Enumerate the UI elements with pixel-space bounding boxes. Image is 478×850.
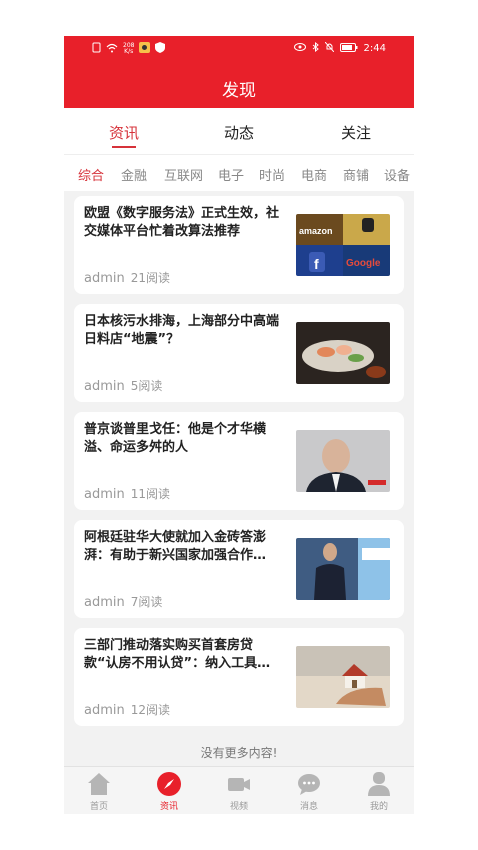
phone-screen: 208 K/s 2:44 发现 资讯 动态 关注 综合 金融 互联网 电子 时尚…: [64, 36, 414, 814]
mute-icon: [324, 41, 334, 55]
battery-icon: [339, 42, 358, 55]
article-meta: admin 12阅读: [84, 701, 170, 718]
nav-messages[interactable]: 消息: [279, 771, 339, 812]
article-card[interactable]: 普京谈普里戈任：他是个才华横溢、命运多舛的人 admin 11阅读: [74, 412, 404, 510]
article-title: 阿根廷驻华大使就加入金砖答澎湃：有助于新兴国家加强合作…: [84, 530, 267, 563]
article-card[interactable]: 日本核污水排海，上海部分中高端日料店“地震”？ admin 5阅读: [74, 304, 404, 402]
nav-news[interactable]: 资讯: [139, 771, 199, 812]
article-reads: 21阅读: [130, 271, 171, 285]
no-more-content: 没有更多内容!: [200, 746, 278, 760]
article-reads: 11阅读: [130, 487, 171, 501]
article-card[interactable]: 欧盟《数字服务法》正式生效，社交媒体平台忙着改算法推荐 admin 21阅读 am…: [74, 196, 404, 294]
bluetooth-icon: [312, 41, 319, 55]
category-item[interactable]: 设备: [384, 165, 410, 184]
category-item[interactable]: 金融: [121, 165, 147, 184]
article-reads: 12阅读: [130, 703, 171, 717]
article-thumbnail: [296, 538, 390, 600]
wifi-icon: [106, 43, 118, 56]
article-title: 三部门推动落实购买首套房贷款“认房不用认贷”：纳入工具…: [84, 638, 271, 671]
article-author: admin: [84, 271, 125, 286]
nav-label: 首页: [89, 802, 108, 812]
article-meta: admin 11阅读: [84, 485, 170, 502]
user-icon: [366, 771, 392, 797]
home-icon: [86, 771, 112, 797]
article-author: admin: [84, 487, 125, 502]
category-item[interactable]: 电子: [218, 165, 244, 184]
network-speed: 208 K/s: [123, 42, 135, 55]
article-reads: 5阅读: [130, 379, 163, 393]
article-title: 普京谈普里戈任：他是个才华横溢、命运多舛的人: [84, 422, 267, 455]
app-header: 208 K/s 2:44 发现: [64, 36, 414, 108]
nav-home[interactable]: 首页: [69, 771, 129, 812]
category-item[interactable]: 互联网: [164, 165, 203, 184]
article-author: admin: [84, 595, 125, 610]
chat-bubble-icon: [296, 771, 322, 797]
article-title: 日本核污水排海，上海部分中高端日料店“地震”？: [84, 314, 280, 347]
app-notification-icon: [139, 42, 151, 56]
eye-icon: [293, 43, 306, 54]
nav-profile[interactable]: 我的: [349, 771, 409, 812]
article-card[interactable]: 三部门推动落实购买首套房贷款“认房不用认贷”：纳入工具… admin 12阅读: [74, 628, 404, 726]
article-meta: admin 7阅读: [84, 593, 162, 610]
article-title: 欧盟《数字服务法》正式生效，社交媒体平台忙着改算法推荐: [84, 206, 280, 239]
article-author: admin: [84, 703, 125, 718]
category-item[interactable]: 时尚: [259, 165, 285, 184]
compass-icon: [156, 771, 182, 797]
nav-label: 资讯: [159, 802, 178, 812]
sim-icon: [92, 42, 101, 56]
article-meta: admin 5阅读: [84, 377, 162, 394]
shield-icon: [155, 42, 166, 56]
tab-activity[interactable]: 动态: [199, 122, 279, 143]
nav-label: 我的: [369, 802, 388, 812]
category-bar: 综合 金融 互联网 电子 时尚 电商 商铺 设备: [64, 154, 414, 191]
clock: 2:44: [363, 43, 386, 54]
article-list: 欧盟《数字服务法》正式生效，社交媒体平台忙着改算法推荐 admin 21阅读 am…: [74, 196, 404, 736]
nav-label: 视频: [229, 802, 248, 812]
status-bar: 208 K/s 2:44: [64, 40, 414, 58]
category-item[interactable]: 电商: [301, 165, 327, 184]
article-thumbnail: [296, 430, 390, 492]
article-meta: admin 21阅读: [84, 269, 170, 286]
tab-news[interactable]: 资讯: [84, 122, 164, 143]
category-item[interactable]: 综合: [78, 165, 104, 184]
bottom-nav: 首页 资讯 视频 消息 我的: [64, 766, 414, 814]
article-thumbnail: [296, 646, 390, 708]
thumb-text: Google: [346, 258, 381, 269]
active-tab-indicator: [112, 146, 136, 148]
article-thumbnail: [296, 322, 390, 384]
category-item[interactable]: 商铺: [343, 165, 369, 184]
article-author: admin: [84, 379, 125, 394]
nav-video[interactable]: 视频: [209, 771, 269, 812]
nav-label: 消息: [299, 802, 318, 812]
page-title: 发现: [222, 81, 256, 101]
article-thumbnail: amazon f Google: [296, 214, 390, 276]
top-tabs: 资讯 动态 关注: [64, 108, 414, 154]
svg-text:f: f: [314, 256, 319, 272]
thumb-text: amazon: [299, 226, 333, 236]
article-card[interactable]: 阿根廷驻华大使就加入金砖答澎湃：有助于新兴国家加强合作… admin 7阅读: [74, 520, 404, 618]
tab-follow[interactable]: 关注: [316, 122, 396, 143]
article-reads: 7阅读: [130, 595, 163, 609]
video-camera-icon: [226, 771, 252, 797]
